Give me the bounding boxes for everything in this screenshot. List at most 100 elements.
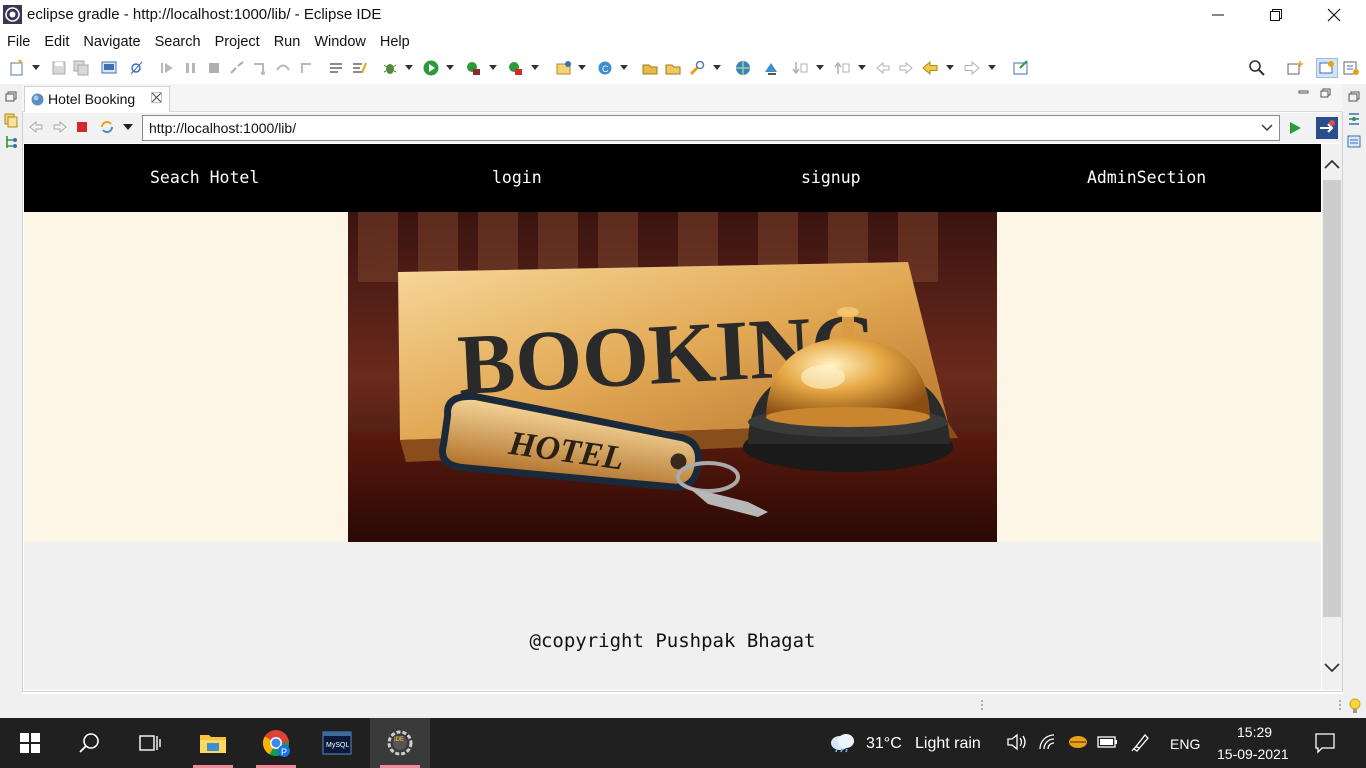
java-perspective-icon[interactable]: [1342, 59, 1360, 77]
suspend-icon[interactable]: [182, 59, 200, 77]
menu-search[interactable]: Search: [155, 34, 201, 50]
external-tools-icon[interactable]: [506, 59, 524, 77]
toggle-block-icon[interactable]: [327, 59, 345, 77]
browser-refresh-icon[interactable]: [99, 119, 115, 135]
menu-window[interactable]: Window: [314, 34, 366, 50]
run-dropdown-icon[interactable]: [446, 65, 454, 71]
scroll-up-icon[interactable]: [1324, 158, 1340, 170]
open-external-browser-icon[interactable]: [1316, 117, 1338, 139]
browser-back-icon[interactable]: [28, 119, 44, 135]
battery-icon[interactable]: [1097, 734, 1119, 750]
close-tab-icon[interactable]: [151, 92, 162, 103]
next-annotation-icon[interactable]: [791, 59, 809, 77]
save-all-icon[interactable]: [72, 59, 90, 77]
taskbar-search-icon[interactable]: [60, 718, 120, 768]
restore-view-icon[interactable]: [4, 90, 18, 104]
step-over-icon[interactable]: [274, 59, 292, 77]
start-button[interactable]: [0, 718, 60, 768]
prev-annotation-dropdown-icon[interactable]: [858, 65, 866, 71]
minimize-button[interactable]: [1189, 0, 1247, 30]
nav-admin-section[interactable]: AdminSection: [1087, 168, 1206, 187]
next-annotation-dropdown-icon[interactable]: [816, 65, 824, 71]
project-explorer-icon[interactable]: [3, 134, 19, 150]
menu-edit[interactable]: Edit: [44, 34, 69, 50]
prev-annotation-icon[interactable]: [833, 59, 851, 77]
debug-dropdown-icon[interactable]: [405, 65, 413, 71]
restore-button[interactable]: [1247, 0, 1305, 30]
scroll-thumb[interactable]: [1323, 180, 1341, 617]
weather-cloud-icon[interactable]: [828, 731, 856, 753]
page-scrollbar[interactable]: [1322, 144, 1342, 690]
new-java-project-dropdown-icon[interactable]: [578, 65, 586, 71]
volume-icon[interactable]: [1006, 733, 1028, 751]
new-dropdown-icon[interactable]: [32, 65, 40, 71]
refactor-icon[interactable]: [762, 59, 780, 77]
open-task-icon[interactable]: [664, 59, 682, 77]
back-icon[interactable]: [921, 59, 939, 77]
file-explorer-icon[interactable]: [183, 718, 243, 768]
nav-search-hotel[interactable]: Seach Hotel: [150, 168, 259, 187]
step-into-icon[interactable]: [251, 59, 269, 77]
debug-icon[interactable]: [381, 59, 399, 77]
close-button[interactable]: [1305, 0, 1363, 30]
menu-file[interactable]: File: [7, 34, 30, 50]
forward-icon[interactable]: [963, 59, 981, 77]
web-browser-icon[interactable]: [734, 59, 752, 77]
run-icon[interactable]: [422, 59, 440, 77]
task-view-icon[interactable]: [120, 718, 180, 768]
menu-project[interactable]: Project: [215, 34, 260, 50]
mysql-icon[interactable]: MySQL: [307, 718, 367, 768]
pin-editor-icon[interactable]: [1012, 59, 1030, 77]
open-type-icon[interactable]: [641, 59, 659, 77]
nav-login[interactable]: login: [492, 168, 542, 187]
external-tools-dropdown-icon[interactable]: [531, 65, 539, 71]
coverage-icon[interactable]: [464, 59, 482, 77]
url-history-dropdown-icon[interactable]: [1261, 124, 1273, 132]
forward-dropdown-icon[interactable]: [988, 65, 996, 71]
console-icon[interactable]: [100, 59, 118, 77]
browser-forward-icon[interactable]: [52, 119, 68, 135]
minimize-editor-icon[interactable]: [1298, 88, 1310, 98]
clock-time[interactable]: 15:29: [1237, 724, 1272, 740]
eclipse-taskbar-icon[interactable]: IDE: [370, 718, 430, 768]
url-input[interactable]: http://localhost:1000/lib/: [142, 115, 1280, 141]
new-class-icon[interactable]: C: [596, 59, 614, 77]
restore-right-view-icon[interactable]: [1347, 90, 1361, 104]
language-indicator[interactable]: ENG: [1170, 736, 1200, 752]
new-java-project-icon[interactable]: [555, 59, 573, 77]
disconnect-icon[interactable]: [228, 59, 246, 77]
nav-signup[interactable]: signup: [801, 168, 861, 187]
app-tray-icon[interactable]: [1068, 733, 1088, 751]
last-edit-location-icon[interactable]: [874, 59, 892, 77]
skip-breakpoints-icon[interactable]: [128, 59, 146, 77]
tip-lightbulb-icon[interactable]: [1348, 697, 1362, 715]
menu-run[interactable]: Run: [274, 34, 301, 50]
resume-icon[interactable]: [158, 59, 176, 77]
menu-help[interactable]: Help: [380, 34, 410, 50]
forward-edit-icon[interactable]: [897, 59, 915, 77]
package-explorer-icon[interactable]: [3, 112, 19, 128]
browser-stop-icon[interactable]: [76, 121, 88, 133]
save-icon[interactable]: [50, 59, 68, 77]
wifi-icon[interactable]: [1038, 733, 1058, 751]
task-list-icon[interactable]: [1346, 134, 1362, 150]
new-class-dropdown-icon[interactable]: [620, 65, 628, 71]
pen-icon[interactable]: [1131, 732, 1153, 752]
menu-navigate[interactable]: Navigate: [83, 34, 140, 50]
new-icon[interactable]: [8, 59, 26, 77]
search-icon[interactable]: [1248, 59, 1266, 77]
java-ee-perspective-icon[interactable]: [1316, 58, 1338, 78]
mark-occurrences-icon[interactable]: [350, 59, 368, 77]
scroll-down-icon[interactable]: [1324, 662, 1340, 674]
search-tool-icon[interactable]: [688, 59, 706, 77]
coverage-dropdown-icon[interactable]: [489, 65, 497, 71]
back-dropdown-icon[interactable]: [946, 65, 954, 71]
open-perspective-icon[interactable]: [1286, 59, 1304, 77]
tab-hotel-booking[interactable]: Hotel Booking: [24, 86, 170, 112]
clock-date[interactable]: 15-09-2021: [1217, 746, 1289, 762]
go-button-icon[interactable]: [1287, 120, 1303, 136]
step-return-icon[interactable]: [297, 59, 315, 77]
notifications-icon[interactable]: [1314, 732, 1336, 754]
browser-menu-dropdown-icon[interactable]: [123, 124, 133, 131]
outline-icon[interactable]: [1346, 111, 1362, 127]
